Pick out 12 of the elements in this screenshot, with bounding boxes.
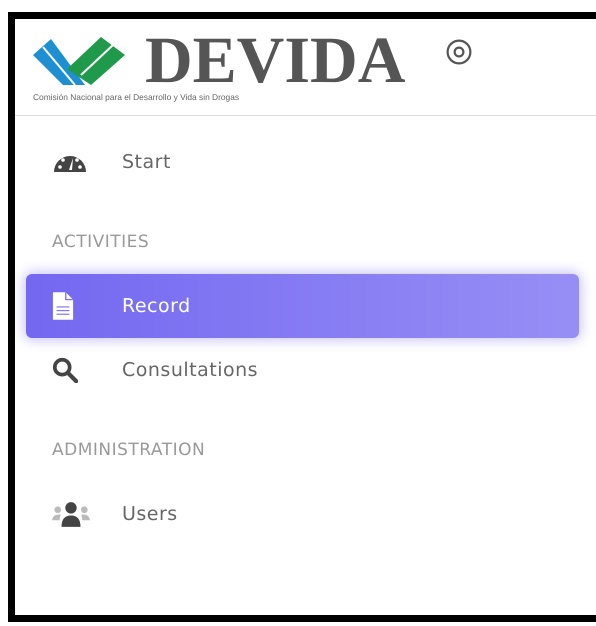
brand-name: DEVIDA: [145, 32, 406, 90]
sidebar-toggle-icon[interactable]: [445, 38, 474, 66]
section-heading: ACTIVITIES: [51, 232, 150, 252]
brand-tagline: Comisión Nacional para el Desarrollo y Vida sin Drogas: [33, 92, 240, 102]
sidebar-item[interactable]: Consultations: [26, 338, 579, 402]
section-heading: ADMINISTRATION: [51, 440, 206, 460]
sidebar-item[interactable]: Users: [26, 482, 579, 546]
document-icon: [52, 291, 74, 321]
search-icon: [52, 357, 78, 383]
sidebar-item[interactable]: Record: [26, 274, 579, 338]
users-icon: [52, 500, 90, 528]
sidebar-item[interactable]: Start: [26, 130, 579, 194]
